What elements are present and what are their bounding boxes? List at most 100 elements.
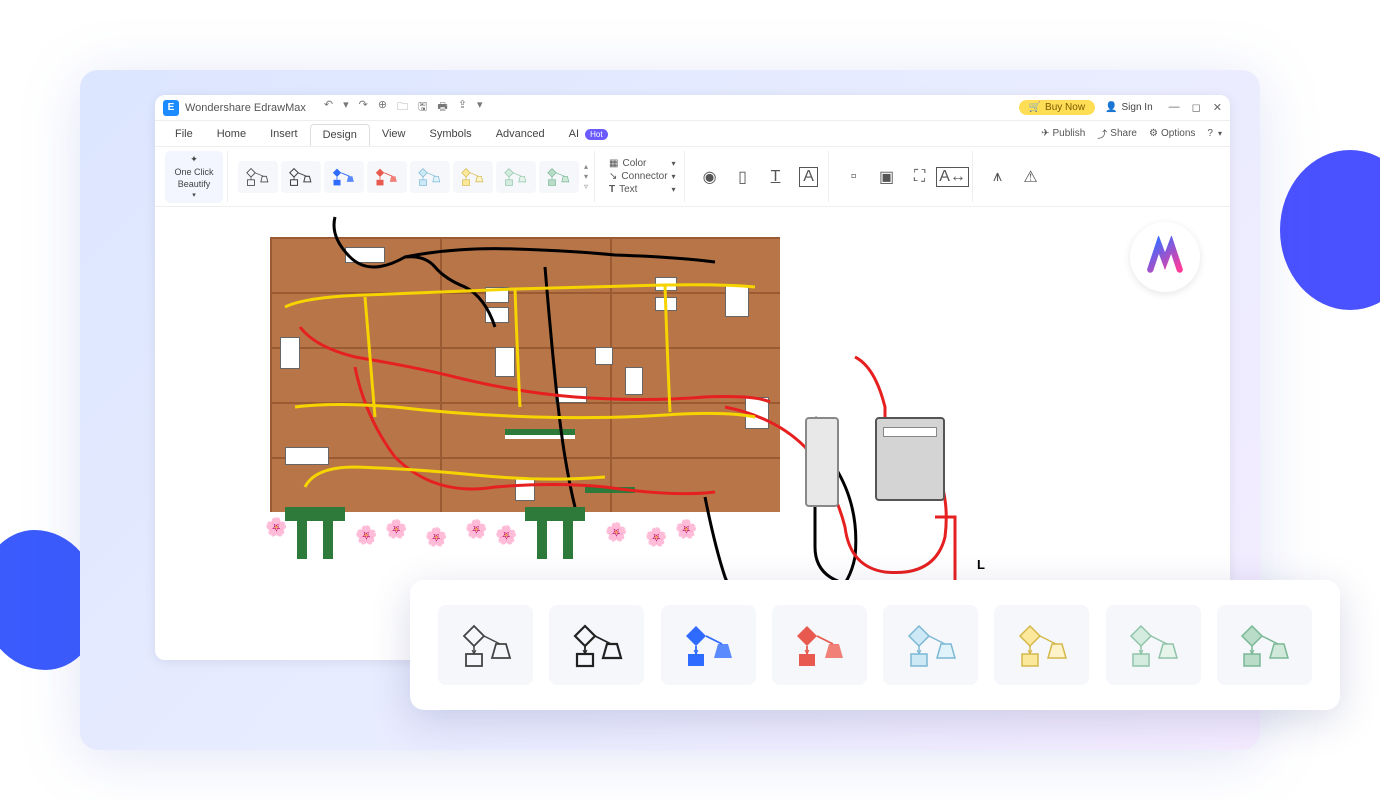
style-chip-8[interactable] — [539, 161, 579, 193]
publish-icon: ✈ — [1041, 128, 1049, 139]
fixture-box[interactable] — [485, 307, 509, 323]
palette-style-8[interactable] — [1217, 605, 1312, 685]
page-orientation-icon[interactable]: ▯ — [728, 162, 758, 192]
fixture-box[interactable] — [625, 367, 643, 395]
style-chip-1[interactable] — [238, 161, 278, 193]
palette-style-2[interactable] — [549, 605, 644, 685]
fixture-box[interactable] — [280, 337, 300, 369]
floor-plan[interactable] — [270, 237, 780, 512]
page-font-icon[interactable]: A — [794, 162, 824, 192]
tab-symbols[interactable]: Symbols — [418, 124, 484, 144]
undo-icon[interactable]: ↶ — [324, 98, 333, 117]
buy-now-label: Buy Now — [1045, 102, 1085, 113]
style-scroll[interactable]: ▴▾▿ — [582, 162, 590, 191]
new-icon[interactable]: ⊕ — [378, 98, 387, 117]
print-icon[interactable]: 🖶 — [437, 98, 447, 117]
export-dropdown-icon[interactable]: ▾ — [477, 98, 483, 117]
tab-ai[interactable]: AI Hot — [557, 124, 620, 144]
fixture-box[interactable] — [485, 287, 509, 303]
close-icon[interactable]: ✕ — [1213, 101, 1222, 114]
fixture-box[interactable] — [345, 247, 385, 263]
green-appliance[interactable] — [585, 487, 635, 493]
share-label: Share — [1110, 128, 1137, 139]
style-chip-6[interactable] — [453, 161, 493, 193]
sign-in-label: Sign In — [1122, 102, 1153, 113]
fixture-box[interactable] — [495, 347, 515, 377]
outdoor-stand[interactable] — [537, 521, 547, 559]
save-icon[interactable]: 🖫 — [418, 98, 427, 117]
outdoor-stand[interactable] — [323, 521, 333, 559]
ribbon: ✦ One Click Beautify ▾ ▴▾▿ ▦Color▾ ↘Conn… — [155, 147, 1230, 207]
tab-insert[interactable]: Insert — [258, 124, 310, 144]
flower-icon: 🌸 — [385, 519, 407, 540]
electric-meter[interactable] — [875, 417, 945, 501]
page-size-icon[interactable]: T — [761, 162, 791, 192]
publish-button[interactable]: ✈ Publish — [1041, 128, 1085, 139]
tab-advanced[interactable]: Advanced — [484, 124, 557, 144]
sign-in-button[interactable]: 👤 Sign In — [1105, 102, 1153, 113]
export-icon[interactable]: ⇪ — [458, 98, 467, 117]
fixture-box[interactable] — [655, 277, 677, 291]
green-appliance[interactable] — [505, 435, 575, 439]
page-fit-icon[interactable]: ⛶ — [905, 162, 935, 192]
palette-style-5[interactable] — [883, 605, 978, 685]
text-label: Text — [619, 184, 637, 195]
connector-option[interactable]: ↘Connector▾ — [609, 171, 676, 182]
arrow-up-icon[interactable]: ⩚ — [983, 162, 1013, 192]
redo-icon[interactable]: ↷ — [359, 98, 368, 117]
ribbon-group-lock: ⩚ ⚠ — [979, 151, 1050, 202]
style-chip-7[interactable] — [496, 161, 536, 193]
style-chip-4[interactable] — [367, 161, 407, 193]
chevron-down-icon[interactable]: ▾ — [584, 172, 588, 181]
page-margin-icon[interactable]: ▫ — [839, 162, 869, 192]
gear-icon: ⚙ — [1149, 128, 1158, 139]
tab-view[interactable]: View — [370, 124, 418, 144]
flower-icon: 🌸 — [605, 522, 627, 543]
publish-label: Publish — [1052, 128, 1085, 139]
palette-style-6[interactable] — [994, 605, 1089, 685]
undo-dropdown-icon[interactable]: ▾ — [343, 98, 349, 117]
outdoor-stand[interactable] — [563, 521, 573, 559]
maximize-icon[interactable]: ◻ — [1192, 101, 1201, 114]
style-chip-5[interactable] — [410, 161, 450, 193]
fixture-box[interactable] — [595, 347, 613, 365]
fixture-box[interactable] — [555, 387, 587, 403]
help-button[interactable]: ?▾ — [1207, 128, 1222, 139]
fixture-box[interactable] — [725, 285, 749, 317]
outdoor-stand[interactable] — [525, 507, 585, 521]
cart-icon: 🛒 — [1029, 102, 1041, 113]
palette-style-4[interactable] — [772, 605, 867, 685]
style-chip-3[interactable] — [324, 161, 364, 193]
palette-style-3[interactable] — [661, 605, 756, 685]
text-option[interactable]: TText▾ — [609, 184, 676, 195]
style-palette — [410, 580, 1340, 710]
fixture-box[interactable] — [655, 297, 677, 311]
outdoor-stand[interactable] — [297, 521, 307, 559]
circuit-breaker[interactable] — [805, 417, 839, 507]
one-click-beautify-button[interactable]: ✦ One Click Beautify ▾ — [165, 151, 223, 203]
color-option[interactable]: ▦Color▾ — [609, 158, 676, 169]
tab-design[interactable]: Design — [310, 124, 370, 146]
page-fill-icon[interactable]: ◉ — [695, 162, 725, 192]
tab-file[interactable]: File — [163, 124, 205, 144]
warning-icon[interactable]: ⚠ — [1016, 162, 1046, 192]
style-chip-2[interactable] — [281, 161, 321, 193]
chevron-expand-icon[interactable]: ▿ — [584, 182, 588, 191]
buy-now-button[interactable]: 🛒 Buy Now — [1019, 100, 1095, 115]
fixture-box[interactable] — [515, 477, 535, 501]
tab-home[interactable]: Home — [205, 124, 258, 144]
quick-access-toolbar: ↶ ▾ ↷ ⊕ 🗀 🖫 🖶 ⇪ ▾ — [324, 98, 483, 117]
fixture-box[interactable] — [285, 447, 329, 465]
share-icon: ⤴ — [1097, 126, 1107, 141]
fixture-box[interactable] — [745, 397, 769, 429]
page-autosize-icon[interactable]: A↔ — [938, 162, 968, 192]
page-layout-icon[interactable]: ▣ — [872, 162, 902, 192]
options-button[interactable]: ⚙ Options — [1149, 128, 1195, 139]
palette-style-7[interactable] — [1106, 605, 1201, 685]
palette-style-1[interactable] — [438, 605, 533, 685]
minimize-icon[interactable]: — — [1169, 101, 1180, 114]
open-icon[interactable]: 🗀 — [397, 98, 408, 117]
chevron-up-icon[interactable]: ▴ — [584, 162, 588, 171]
share-button[interactable]: ⤴ Share — [1097, 126, 1137, 141]
outdoor-stand[interactable] — [285, 507, 345, 521]
